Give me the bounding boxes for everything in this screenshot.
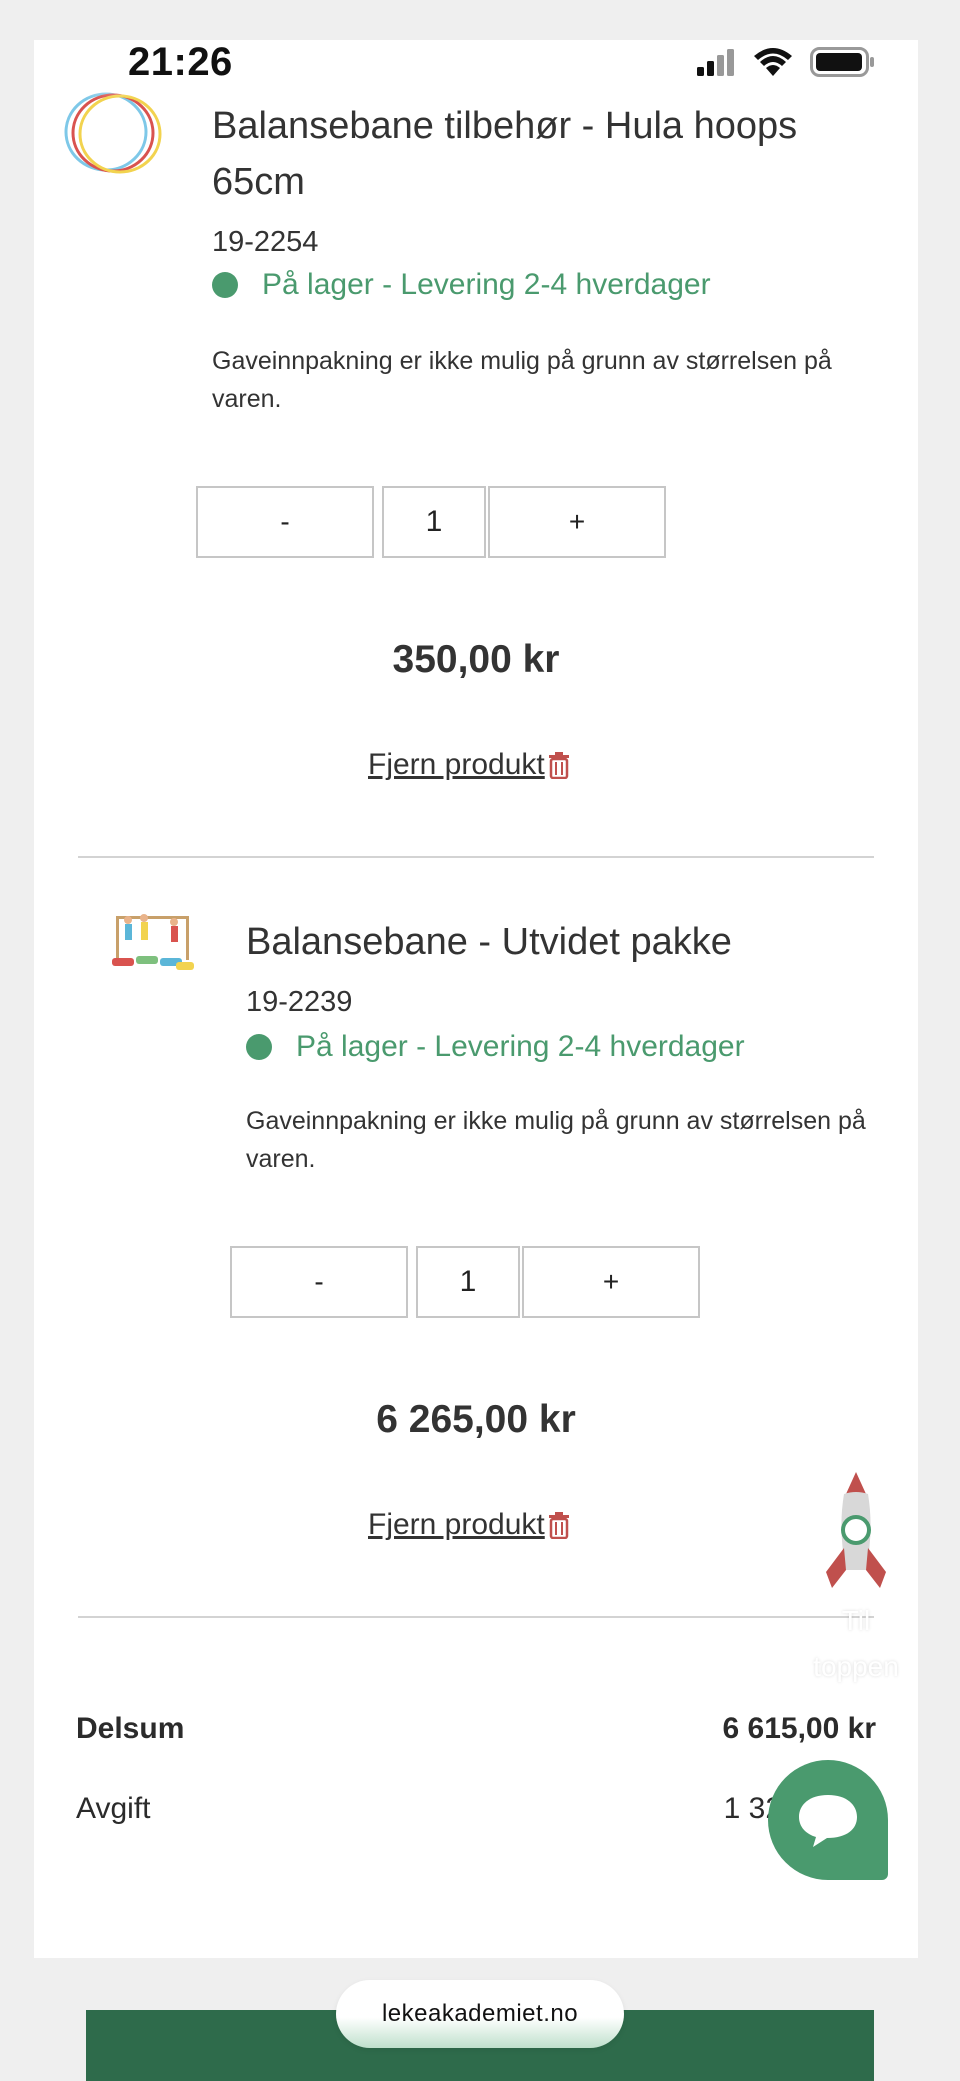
stock-dot-icon bbox=[246, 1034, 272, 1060]
product-price: 350,00 kr bbox=[392, 638, 560, 681]
to-top-line-1: Til bbox=[841, 1605, 871, 1636]
stock-status-label: På lager - Levering 2-4 hverdager bbox=[262, 268, 711, 301]
decrease-quantity-button[interactable]: - bbox=[196, 486, 374, 558]
stock-status: På lager - Levering 2-4 hverdager bbox=[212, 268, 711, 302]
gift-wrap-note: Gaveinnpakning er ikke mulig på grunn av… bbox=[212, 347, 832, 413]
remove-product-link[interactable]: Fjern produkt bbox=[368, 748, 571, 782]
quantity-stepper: - 1 + bbox=[230, 1246, 700, 1318]
to-top-label[interactable]: Til toppen bbox=[800, 1598, 912, 1690]
trash-icon bbox=[548, 752, 569, 779]
subtotal-label: Delsum bbox=[76, 1712, 185, 1745]
decrease-quantity-button[interactable]: - bbox=[230, 1246, 408, 1318]
stock-dot-icon bbox=[212, 272, 238, 298]
product-title[interactable]: Balansebane - Utvidet pakke bbox=[246, 914, 906, 970]
stock-status: På lager - Levering 2-4 hverdager bbox=[246, 1030, 745, 1064]
product-sku: 19-2239 bbox=[246, 986, 353, 1018]
remove-product-label: Fjern produkt bbox=[368, 748, 545, 781]
remove-product-label: Fjern produkt bbox=[368, 1508, 545, 1541]
status-icons bbox=[696, 46, 876, 78]
increase-quantity-button[interactable]: + bbox=[488, 486, 666, 558]
item-divider bbox=[78, 1616, 874, 1618]
balance-course-image bbox=[112, 914, 194, 970]
product-sku: 19-2254 bbox=[212, 226, 319, 258]
wifi-icon bbox=[754, 48, 792, 76]
remove-product-link[interactable]: Fjern produkt bbox=[368, 1508, 571, 1542]
browser-url-bar[interactable]: lekeakademiet.no bbox=[336, 1980, 624, 2048]
hula-hoops-image bbox=[64, 92, 162, 174]
product-price: 6 265,00 kr bbox=[376, 1398, 576, 1441]
battery-icon bbox=[810, 47, 874, 77]
fee-label: Avgift bbox=[76, 1792, 151, 1825]
status-time: 21:26 bbox=[128, 40, 233, 84]
quantity-input[interactable]: 1 bbox=[416, 1246, 520, 1318]
quantity-stepper: - 1 + bbox=[196, 486, 666, 558]
browser-url: lekeakademiet.no bbox=[381, 2000, 579, 2027]
chat-bubble-icon bbox=[799, 1795, 857, 1847]
cellular-signal-icon bbox=[697, 49, 734, 76]
chat-button[interactable] bbox=[768, 1760, 888, 1880]
gift-wrap-note: Gaveinnpakning er ikke mulig på grunn av… bbox=[246, 1107, 866, 1173]
rocket-icon[interactable] bbox=[808, 1470, 904, 1600]
item-divider bbox=[78, 856, 874, 858]
product-title[interactable]: Balansebane tilbehør - Hula hoops 65cm bbox=[212, 98, 872, 210]
trash-icon bbox=[548, 1512, 569, 1539]
stock-status-label: På lager - Levering 2-4 hverdager bbox=[296, 1030, 745, 1063]
to-top-line-2: toppen bbox=[813, 1651, 899, 1682]
increase-quantity-button[interactable]: + bbox=[522, 1246, 700, 1318]
quantity-input[interactable]: 1 bbox=[382, 486, 486, 558]
cart-card bbox=[34, 40, 918, 1958]
subtotal-value: 6 615,00 kr bbox=[722, 1712, 876, 1745]
